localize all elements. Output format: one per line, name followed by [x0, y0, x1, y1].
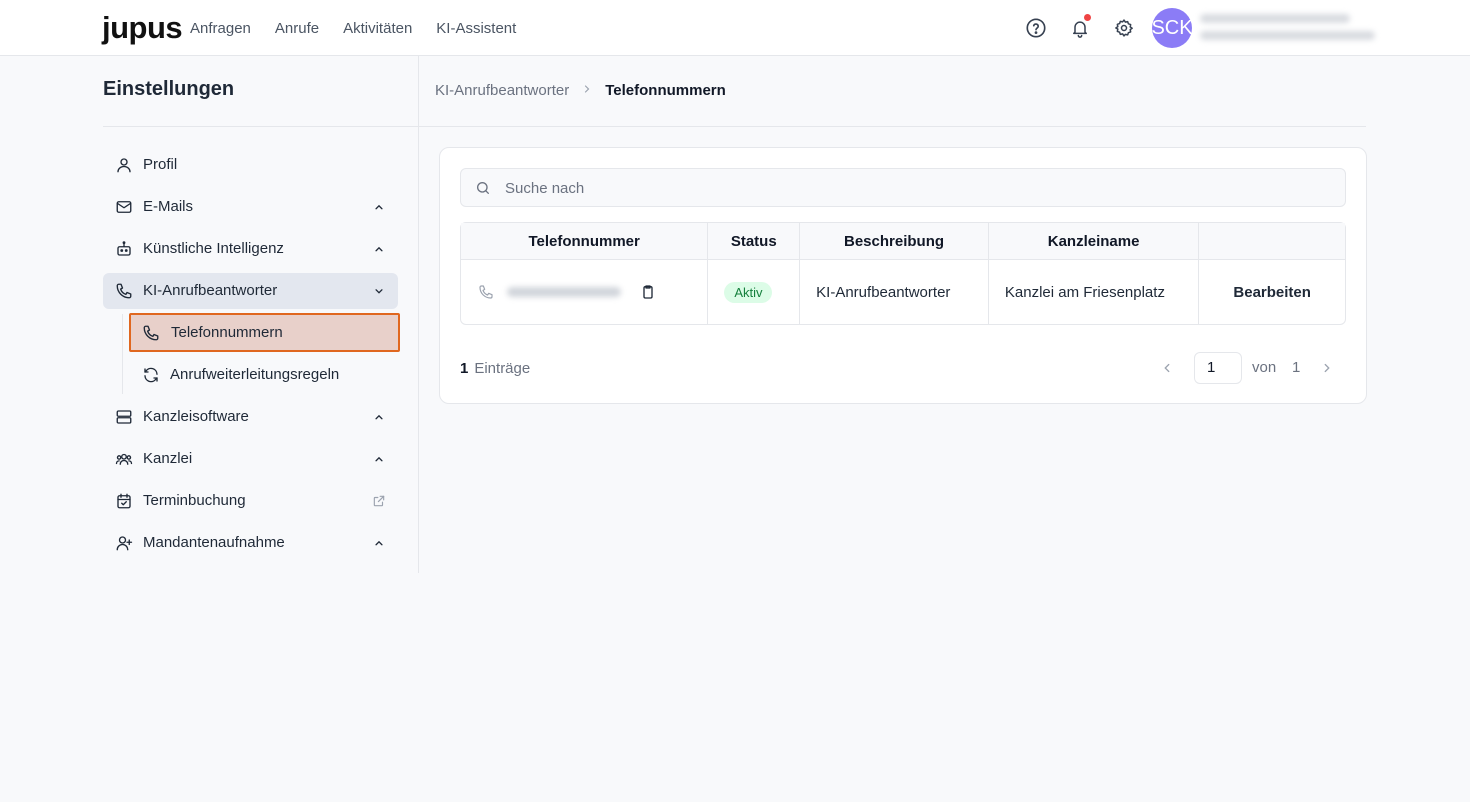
- sidebar-item-label: Kanzleisoftware: [143, 408, 249, 425]
- sidebar-item-mandantenaufnahme[interactable]: Mandantenaufnahme: [103, 525, 398, 561]
- sidebar-subitem-anrufweiterleitungsregeln[interactable]: Anrufweiterleitungsregeln: [129, 355, 400, 394]
- sidebar-item-label: Mandantenaufnahme: [143, 534, 285, 551]
- sidebar-item-label: Kanzlei: [143, 450, 193, 467]
- column-header-kanzleiname[interactable]: Kanzleiname: [988, 223, 1200, 260]
- chevron-right-icon[interactable]: [1320, 361, 1334, 375]
- total-pages: 1: [1292, 359, 1301, 376]
- settings-sidebar: Einstellungen Profil E-Mails Künstliche …: [103, 56, 419, 573]
- chevron-down-icon: [375, 289, 383, 294]
- clipboard-icon[interactable]: [640, 284, 656, 300]
- phone-icon: [143, 325, 159, 341]
- calendar-icon: [117, 493, 131, 509]
- table-header-row: Telefonnummer Status Beschreibung Kanzle…: [461, 223, 1345, 260]
- server-icon: [116, 410, 132, 424]
- sidebar-item-label: Terminbuchung: [143, 492, 246, 509]
- bell-icon: [1073, 21, 1087, 38]
- refresh-icon: [144, 367, 158, 383]
- entries-count: 1 Einträge: [460, 360, 530, 377]
- sidebar-divider: [103, 126, 418, 127]
- breadcrumb: KI-Anrufbeantworter Telefonnummern: [435, 82, 726, 99]
- settings-button[interactable]: [1112, 16, 1136, 40]
- column-header-status[interactable]: Status: [708, 223, 801, 260]
- page-number-input[interactable]: 1: [1194, 352, 1242, 384]
- edit-button[interactable]: Bearbeiten: [1199, 260, 1345, 324]
- sidebar-item-label: Profil: [143, 156, 178, 173]
- main-divider: [419, 126, 1366, 127]
- external-link-icon: [373, 495, 385, 507]
- sidebar-item-kanzlei[interactable]: Kanzlei: [103, 441, 398, 477]
- sidebar-item-ki-anrufbeantworter[interactable]: KI-Anrufbeantworter: [103, 273, 398, 309]
- firm-name-cell: Kanzlei am Friesenplatz: [989, 260, 1200, 324]
- sidebar-item-kuenstliche-intelligenz[interactable]: Künstliche Intelligenz: [103, 231, 398, 267]
- notification-dot: [1084, 14, 1091, 21]
- nav-ki-assistent[interactable]: KI-Assistent: [436, 20, 516, 37]
- phone-icon: [479, 285, 493, 299]
- user-plus-icon: [116, 536, 133, 551]
- status-badge: Aktiv: [724, 281, 773, 303]
- sidebar-item-emails[interactable]: E-Mails: [103, 189, 398, 225]
- status-cell: Aktiv: [708, 260, 801, 324]
- table-row: Aktiv KI-Anrufbeantworter Kanzlei am Fri…: [461, 260, 1345, 324]
- column-header-telefonnummer[interactable]: Telefonnummer: [461, 223, 709, 260]
- phone-number-blurred: [507, 287, 621, 297]
- sidebar-subitem-label: Telefonnummern: [171, 324, 283, 341]
- user-info-blurred: [1200, 14, 1375, 44]
- chevron-up-icon: [375, 246, 383, 252]
- nav-aktivitaeten[interactable]: Aktivitäten: [343, 20, 412, 37]
- search-box: [460, 168, 1346, 207]
- description-cell: KI-Anrufbeantworter: [800, 260, 989, 324]
- phone-icon: [116, 283, 132, 299]
- entries-label: Einträge: [474, 360, 531, 377]
- search-icon: [477, 182, 489, 194]
- phone-numbers-table: Telefonnummer Status Beschreibung Kanzle…: [460, 222, 1346, 325]
- sidebar-item-label: KI-Anrufbeantworter: [143, 282, 278, 299]
- sidebar-item-terminbuchung[interactable]: Terminbuchung: [103, 483, 398, 519]
- phone-number-cell: [461, 260, 709, 324]
- sidebar-subitem-label: Anrufweiterleitungsregeln: [170, 366, 340, 383]
- notifications-button[interactable]: [1068, 14, 1092, 40]
- app-logo[interactable]: jupus: [102, 8, 183, 48]
- chevron-up-icon: [375, 204, 383, 210]
- chevron-up-icon: [375, 540, 383, 546]
- sidebar-item-profil[interactable]: Profil: [103, 147, 398, 183]
- phone-numbers-card: Telefonnummer Status Beschreibung Kanzle…: [439, 147, 1367, 404]
- chevron-left-icon[interactable]: [1160, 361, 1174, 375]
- breadcrumb-current: Telefonnummern: [605, 82, 726, 99]
- sidebar-item-kanzleisoftware[interactable]: Kanzleisoftware: [103, 399, 398, 435]
- sidebar-item-label: E-Mails: [143, 198, 194, 215]
- breadcrumb-parent[interactable]: KI-Anrufbeantworter: [435, 82, 569, 99]
- sidebar-subitem-telefonnummern[interactable]: Telefonnummern: [129, 313, 400, 352]
- search-input[interactable]: [505, 177, 1325, 199]
- chevron-up-icon: [375, 456, 383, 462]
- sidebar-item-label: Künstliche Intelligenz: [143, 240, 284, 257]
- nav-anrufe[interactable]: Anrufe: [275, 20, 319, 37]
- chevron-up-icon: [375, 414, 383, 420]
- robot-icon: [117, 241, 131, 256]
- sidebar-title: Einstellungen: [103, 78, 235, 100]
- entries-number: 1: [460, 360, 469, 377]
- chevron-right-icon: [581, 82, 593, 99]
- people-icon: [115, 453, 133, 465]
- help-icon: [1026, 18, 1046, 38]
- help-button[interactable]: [1024, 16, 1048, 40]
- nav-anfragen[interactable]: Anfragen: [190, 20, 251, 37]
- column-header-actions: [1199, 223, 1345, 260]
- mail-icon: [116, 201, 132, 213]
- user-avatar[interactable]: SCK: [1151, 8, 1193, 48]
- main-nav: Anfragen Anrufe Aktivitäten KI-Assistent: [190, 0, 516, 56]
- page-of-label: von: [1252, 359, 1277, 376]
- submenu-guide-line: [122, 314, 123, 394]
- top-bar: jupus Anfragen Anrufe Aktivitäten KI-Ass…: [0, 0, 1470, 56]
- column-header-beschreibung[interactable]: Beschreibung: [800, 223, 989, 260]
- gear-icon: [1115, 19, 1133, 37]
- user-icon: [117, 158, 131, 173]
